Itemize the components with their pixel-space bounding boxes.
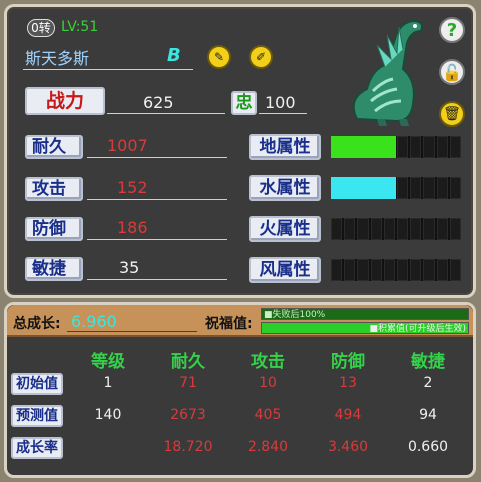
question-icon[interactable]: ? (439, 17, 465, 43)
attr-bar-water (331, 177, 462, 199)
stat-label-agility: 敏捷 (25, 257, 83, 281)
table-cell: 3.460 (327, 439, 369, 455)
stat-underline (87, 199, 227, 200)
table-cell: 2 (423, 375, 433, 391)
growth-frame: 总成长: 6.960 祝福值: ■失败后100% ■积累值(可升级后生效) 等级… (4, 302, 476, 478)
table-cell: 405 (254, 407, 282, 423)
trash-icon[interactable]: 🗑 (439, 101, 465, 127)
col-header-durability: 耐久 (171, 352, 205, 372)
blessing-bar-2: ■积累值(可升级后生效) (261, 322, 469, 334)
loyalty-underline (259, 113, 307, 114)
pet-portrait (352, 19, 423, 126)
row-label-initial: 初始值 (11, 373, 63, 395)
stat-underline (87, 157, 227, 158)
power-underline (107, 113, 225, 114)
blessing-bar-1: ■失败后100% (261, 308, 469, 320)
table-cell: 18.720 (163, 439, 213, 455)
table-cell: 0.660 (407, 439, 449, 455)
stat-value-durability: 1007 (107, 136, 148, 155)
table-cell: 140 (94, 407, 122, 423)
rename-icon[interactable]: ✐ (249, 45, 273, 69)
table-cell: 71 (179, 375, 197, 391)
loyalty-value: 100 (265, 93, 296, 112)
blessing-label: 祝福值: (205, 316, 253, 332)
attr-bar-fire (331, 218, 462, 240)
col-header-defense: 防御 (331, 352, 365, 372)
col-header-attack: 攻击 (251, 352, 285, 372)
power-label: 战力 (25, 87, 105, 115)
row-label-predicted: 预测值 (11, 405, 63, 427)
stat-label-attack: 攻击 (25, 177, 83, 201)
attr-label-fire: 火属性 (249, 216, 321, 242)
level-text: LV:51 (61, 19, 99, 35)
stat-value-defense: 186 (117, 218, 148, 237)
stat-value-attack: 152 (117, 178, 148, 197)
power-value: 625 (143, 93, 174, 112)
edit-icon[interactable]: ✎ (207, 45, 231, 69)
rank-letter: B (167, 45, 181, 66)
attr-label-earth: 地属性 (249, 134, 321, 160)
pet-info-panel: 0转 LV:51 斯天多斯 B ✎ ✐ 战力 625 忠 100 耐久 1007… (0, 0, 481, 482)
table-cell: 10 (259, 375, 277, 391)
total-growth-label: 总成长: (13, 316, 61, 332)
col-header-level: 等级 (91, 352, 125, 372)
table-cell: 2.840 (247, 439, 289, 455)
stat-underline (87, 279, 227, 280)
table-cell: 2673 (170, 407, 206, 423)
row-label-growth-rate: 成长率 (11, 437, 63, 459)
attr-label-water: 水属性 (249, 175, 321, 201)
table-cell: 13 (339, 375, 357, 391)
attr-bar-wind (331, 259, 462, 281)
attr-bar-earth (331, 136, 462, 158)
table-cell: 494 (334, 407, 362, 423)
stat-underline (87, 239, 227, 240)
col-header-agility: 敏捷 (411, 352, 445, 372)
loyalty-label: 忠 (231, 91, 257, 115)
stat-value-agility: 35 (119, 258, 140, 277)
total-growth-value: 6.960 (71, 312, 117, 331)
attr-label-wind: 风属性 (249, 257, 321, 283)
attr-fill-earth (331, 136, 396, 158)
attr-fill-water (331, 177, 396, 199)
pet-summary-frame: 0转 LV:51 斯天多斯 B ✎ ✐ 战力 625 忠 100 耐久 1007… (4, 4, 476, 298)
table-cell: 94 (419, 407, 437, 423)
unlock-icon[interactable]: 🔓 (439, 59, 465, 85)
table-cell: 1 (103, 375, 113, 391)
growth-underline (67, 331, 197, 332)
rebirth-badge: 0转 (27, 19, 55, 37)
name-underline (23, 69, 193, 70)
blessing-bar-2-text: ■积累值(可升级后生效) (369, 324, 466, 334)
blessing-bar-1-text: ■失败后100% (264, 310, 326, 320)
pet-name[interactable]: 斯天多斯 (25, 45, 89, 69)
stat-label-defense: 防御 (25, 217, 83, 241)
stat-label-durability: 耐久 (25, 135, 83, 159)
